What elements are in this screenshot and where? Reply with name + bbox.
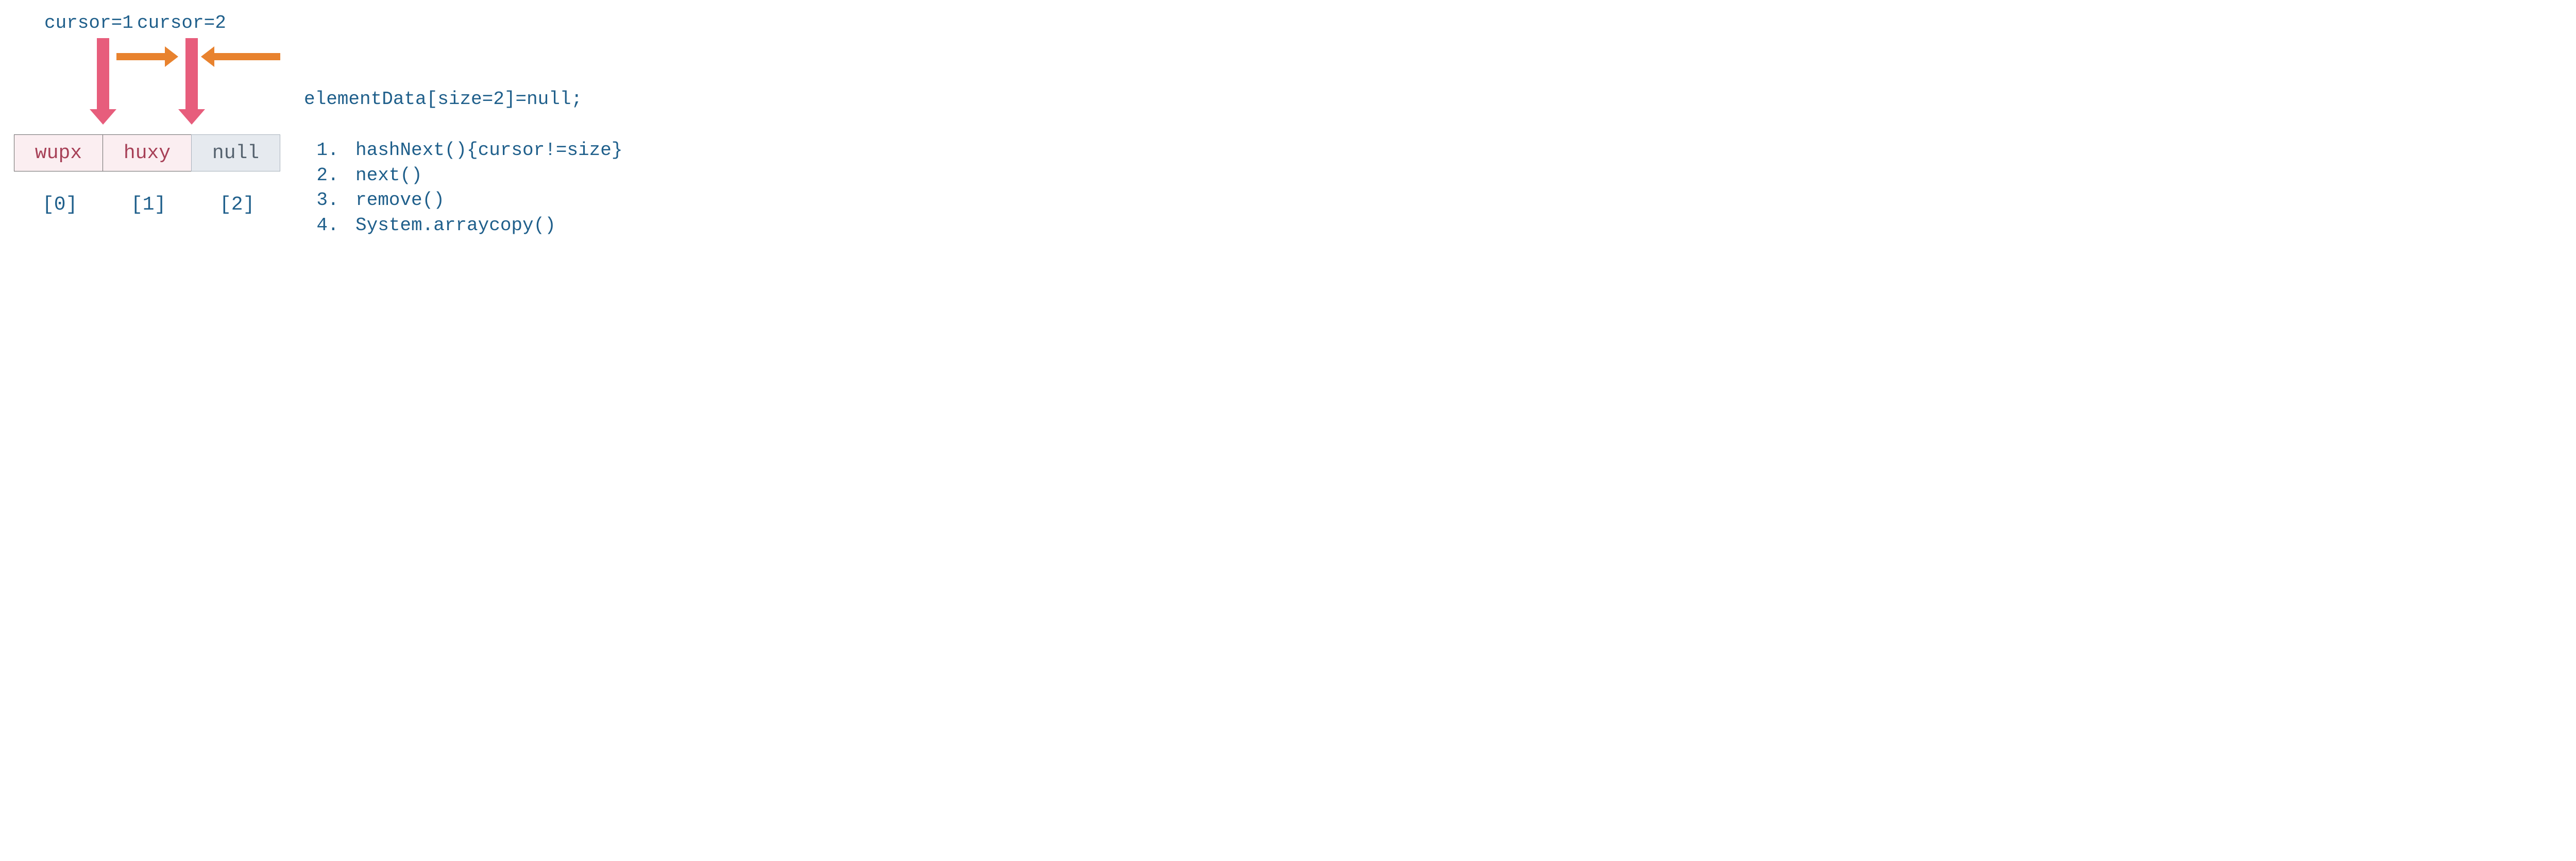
orange-arrow-right-line bbox=[116, 53, 166, 60]
step-2: next() bbox=[350, 163, 622, 188]
step-1: hashNext(){cursor!=size} bbox=[350, 138, 622, 163]
cell-2: null bbox=[191, 134, 280, 171]
orange-arrow-left-head bbox=[201, 46, 214, 67]
array-cells: wupx huxy null bbox=[14, 134, 280, 171]
index-label-2: [2] bbox=[219, 194, 255, 216]
step-4: System.arraycopy() bbox=[350, 213, 622, 238]
index-label-0: [0] bbox=[42, 194, 77, 216]
cell-1: huxy bbox=[103, 134, 192, 171]
pink-down-arrow-2 bbox=[185, 38, 198, 110]
step-3: remove() bbox=[350, 188, 622, 213]
cursor-label-1: cursor=1 bbox=[44, 12, 133, 33]
orange-arrow-left-line bbox=[213, 53, 280, 60]
pink-down-arrow-1 bbox=[97, 38, 109, 110]
index-label-1: [1] bbox=[131, 194, 166, 216]
diagram-root: cursor=1 cursor=2 wupx huxy null [0] [1]… bbox=[10, 10, 819, 269]
cell-0: wupx bbox=[14, 134, 103, 171]
steps-list: hashNext(){cursor!=size} next() remove()… bbox=[309, 138, 622, 238]
cursor-label-2: cursor=2 bbox=[137, 12, 226, 33]
orange-arrow-right-head bbox=[165, 46, 178, 67]
statement-text: elementData[size=2]=null; bbox=[304, 89, 582, 110]
